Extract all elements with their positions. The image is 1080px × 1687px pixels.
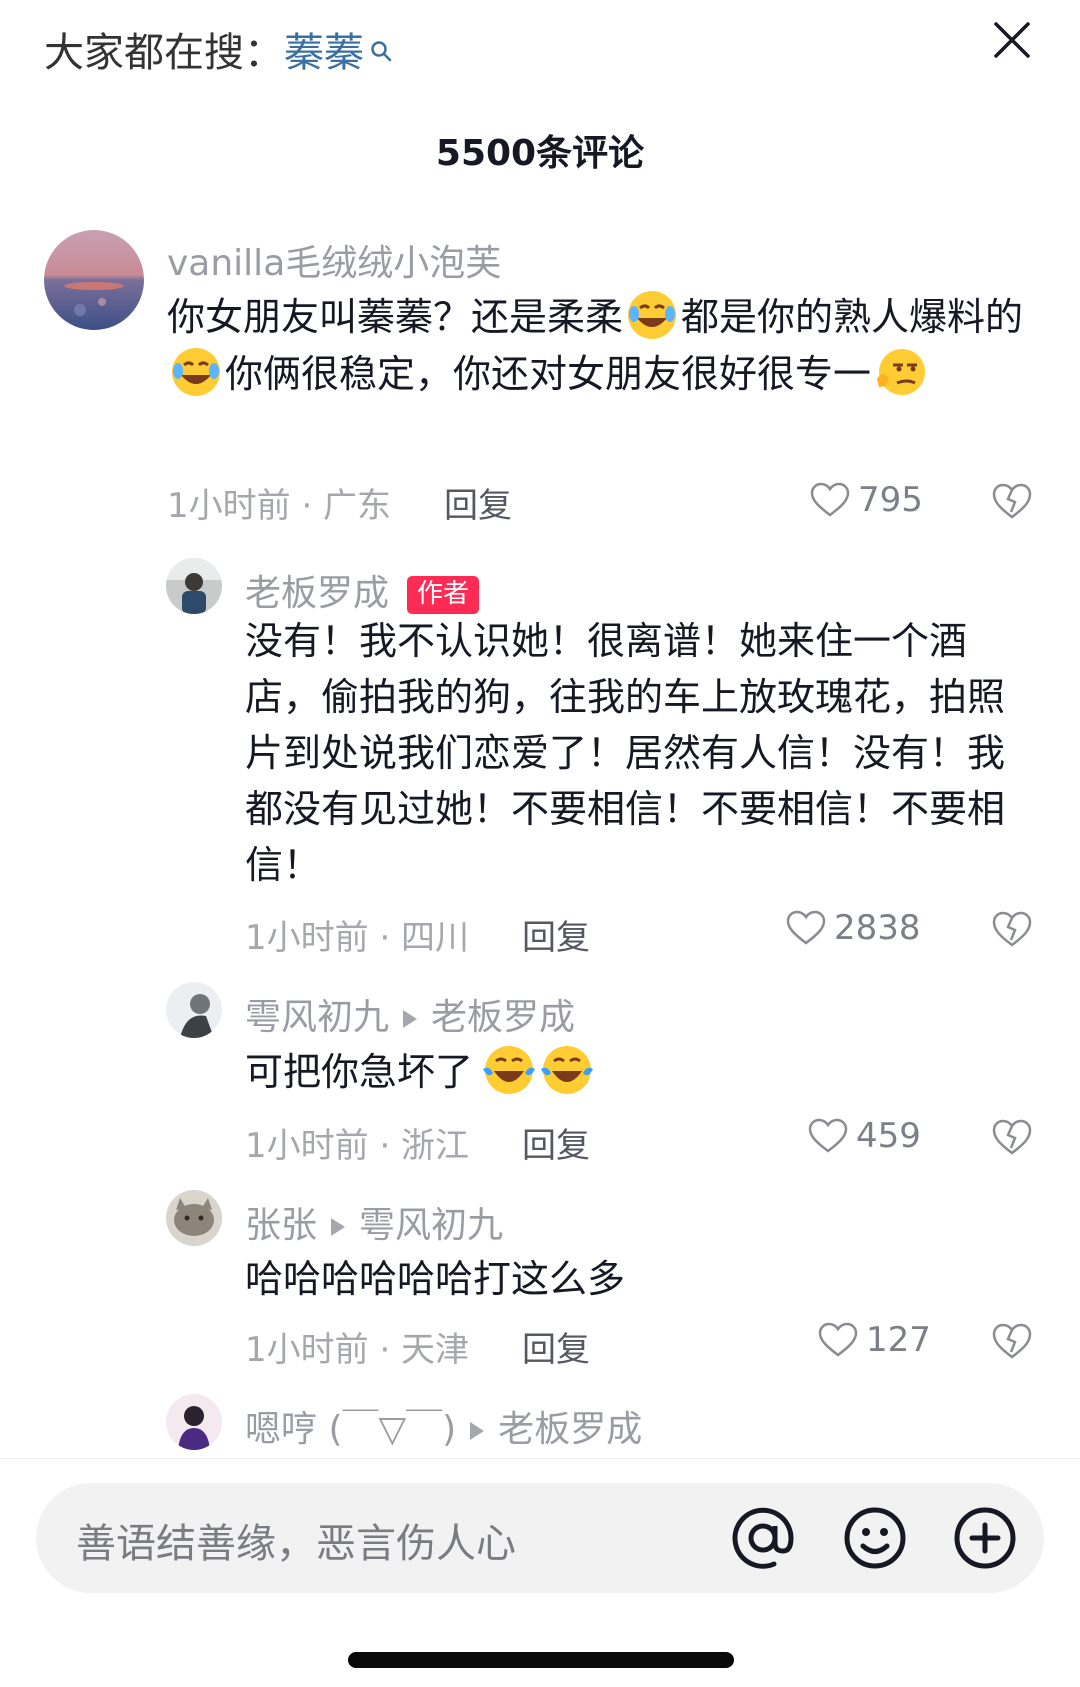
author-badge: 作者 — [407, 576, 480, 614]
comment-input-bar[interactable]: 善语结善缘，恶言伤人心 — [36, 1483, 1044, 1593]
avatar[interactable] — [166, 1394, 222, 1450]
laugh-cry-emoji — [537, 1043, 594, 1097]
avatar[interactable] — [44, 230, 144, 330]
comment-text: 你女朋友叫蓁蓁？还是柔柔 都是你的熟人爆料的你俩很稳定，你还对女朋友很好很专一 — [167, 288, 1027, 402]
comment-username[interactable]: 老板罗成 作者 — [245, 564, 480, 616]
reply-arrow-icon — [470, 1422, 485, 1440]
like-count: 795 — [858, 480, 923, 520]
username-text[interactable]: 嗯哼 (￣▽￣) — [245, 1409, 456, 1450]
like-button[interactable]: 2838 — [786, 908, 921, 948]
comment-time-location: 1小时前 · 四川 — [245, 918, 470, 958]
like-button[interactable]: 795 — [810, 480, 923, 520]
comment-time-location: 1小时前 · 天津 — [245, 1330, 470, 1370]
comment-text-part: 可把你急坏了 — [245, 1050, 474, 1094]
comment-text-part: 你女朋友叫蓁蓁？还是柔柔 — [167, 295, 624, 339]
heart-icon — [786, 910, 826, 945]
broken-heart-icon[interactable] — [992, 910, 1032, 948]
username-text[interactable]: 张张 — [245, 1205, 317, 1246]
like-count: 459 — [856, 1116, 921, 1156]
username-text[interactable]: 雩风初九 — [245, 997, 389, 1038]
comment-username[interactable]: 雩风初九 老板罗成 — [245, 988, 575, 1040]
comment-time-location: 1小时前 · 广东 — [167, 486, 392, 526]
laugh-cry-emoji — [625, 288, 679, 342]
avatar[interactable] — [166, 1190, 222, 1246]
reply-arrow-icon — [403, 1010, 418, 1028]
reply-arrow-icon — [331, 1218, 346, 1236]
like-count: 2838 — [834, 908, 921, 948]
comment-username[interactable]: 嗯哼 (￣▽￣) 老板罗成 — [245, 1400, 642, 1452]
smirk-emoji — [873, 345, 927, 399]
emoji-icon[interactable] — [842, 1505, 908, 1571]
comment-username[interactable]: vanilla毛绒绒小泡芙 — [167, 234, 501, 286]
trending-search-prefix: 大家都在搜： — [44, 30, 284, 76]
laugh-cry-emoji — [479, 1043, 536, 1097]
plus-icon[interactable] — [952, 1505, 1018, 1571]
comment-text: 哈哈哈哈哈哈打这么多 — [245, 1257, 626, 1301]
comment-count-title: 5500条评论 — [435, 133, 645, 174]
broken-heart-icon[interactable] — [992, 1118, 1032, 1156]
comment-username[interactable]: 张张 雩风初九 — [245, 1196, 503, 1248]
search-icon — [370, 26, 392, 72]
reply-button[interactable]: 回复 — [522, 1118, 590, 1167]
comment-text-part: 你俩很稳定，你还对女朋友很好很专一 — [225, 352, 872, 396]
comment-text-part: 都是你的熟人爆料的 — [681, 295, 1024, 339]
username-text[interactable]: 老板罗成 — [245, 573, 389, 614]
reply-to-username[interactable]: 老板罗成 — [431, 997, 575, 1038]
close-icon[interactable] — [992, 20, 1032, 60]
reply-button[interactable]: 回复 — [522, 1322, 590, 1371]
avatar[interactable] — [166, 982, 222, 1038]
username-text[interactable]: vanilla毛绒绒小泡芙 — [167, 243, 501, 284]
heart-icon — [818, 1322, 858, 1357]
like-count: 127 — [866, 1320, 931, 1360]
laugh-cry-emoji — [169, 345, 223, 399]
home-indicator[interactable] — [348, 1652, 734, 1668]
at-icon[interactable] — [730, 1505, 796, 1571]
reply-button[interactable]: 回复 — [522, 910, 590, 959]
avatar[interactable] — [166, 558, 222, 614]
broken-heart-icon[interactable] — [992, 482, 1032, 520]
like-button[interactable]: 127 — [818, 1320, 931, 1360]
heart-icon — [810, 482, 850, 517]
like-button[interactable]: 459 — [808, 1116, 921, 1156]
reply-button[interactable]: 回复 — [444, 478, 512, 527]
heart-icon — [808, 1118, 848, 1153]
comment-time-location: 1小时前 · 浙江 — [245, 1126, 470, 1166]
trending-search-keyword[interactable]: 蓁蓁 — [284, 30, 364, 76]
comment-text: 没有！我不认识她！很离谱！她来住一个酒店，偷拍我的狗，往我的车上放玫瑰花，拍照片… — [245, 619, 1006, 887]
input-divider — [0, 1458, 1080, 1459]
reply-to-username[interactable]: 老板罗成 — [498, 1409, 642, 1450]
comment-input-placeholder[interactable]: 善语结善缘，恶言伤人心 — [76, 1511, 516, 1569]
reply-to-username[interactable]: 雩风初九 — [359, 1205, 503, 1246]
trending-search-bar[interactable]: 大家都在搜：蓁蓁 — [44, 20, 392, 78]
broken-heart-icon[interactable] — [992, 1322, 1032, 1360]
comment-text: 可把你急坏了 — [245, 1043, 1005, 1100]
